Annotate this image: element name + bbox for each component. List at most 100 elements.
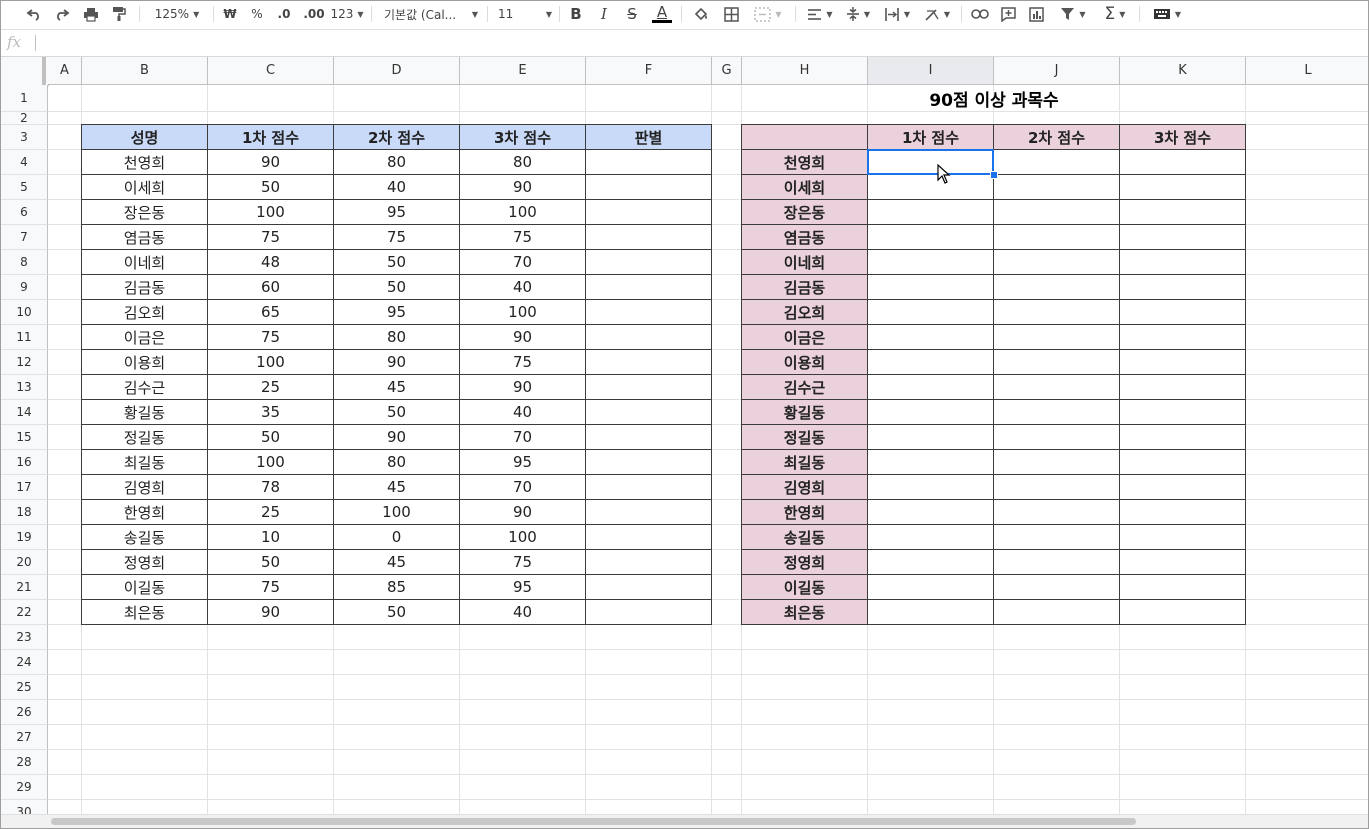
- count-value-cell[interactable]: [1120, 325, 1246, 350]
- row-header-13[interactable]: 13: [1, 375, 48, 400]
- count-value-cell[interactable]: [1120, 425, 1246, 450]
- count-value-cell[interactable]: [1120, 350, 1246, 375]
- count-value-cell[interactable]: [1120, 525, 1246, 550]
- column-header-f[interactable]: F: [586, 57, 712, 85]
- score-cell[interactable]: [586, 325, 712, 350]
- score-cell[interactable]: 80: [334, 150, 460, 175]
- row-header-4[interactable]: 4: [1, 150, 48, 175]
- score-cell[interactable]: 100: [334, 500, 460, 525]
- count-value-cell[interactable]: [868, 325, 994, 350]
- horizontal-scrollbar[interactable]: [1, 814, 1368, 828]
- decrease-decimal-button[interactable]: .0: [273, 4, 295, 24]
- count-name-cell[interactable]: 장은동: [741, 200, 868, 225]
- text-wrapping-icon[interactable]: ▼: [881, 4, 913, 24]
- count-value-cell[interactable]: [868, 550, 994, 575]
- horizontal-align-icon[interactable]: ▼: [804, 4, 836, 24]
- row-header-2[interactable]: 2: [1, 111, 48, 125]
- bold-button[interactable]: B: [567, 4, 585, 24]
- currency-format-button[interactable]: ₩: [221, 4, 239, 24]
- score-cell[interactable]: 95: [334, 200, 460, 225]
- row-header-6[interactable]: 6: [1, 200, 48, 225]
- count-value-cell[interactable]: [1120, 375, 1246, 400]
- paint-format-icon[interactable]: [108, 4, 130, 24]
- score-cell[interactable]: [586, 575, 712, 600]
- count-name-cell[interactable]: 최은동: [741, 600, 868, 625]
- text-color-button[interactable]: A: [651, 4, 673, 24]
- score-cell[interactable]: 75: [208, 575, 334, 600]
- count-name-cell[interactable]: 이세희: [741, 175, 868, 200]
- functions-button[interactable]: Σ ▼: [1099, 4, 1131, 24]
- row-header-1[interactable]: 1: [1, 85, 48, 112]
- score-cell[interactable]: 이네희: [81, 250, 208, 275]
- count-value-cell[interactable]: [994, 400, 1120, 425]
- count-value-cell[interactable]: [868, 350, 994, 375]
- count-value-cell[interactable]: [868, 250, 994, 275]
- score-cell[interactable]: 50: [334, 600, 460, 625]
- count-header-cell[interactable]: 1차 점수: [868, 124, 994, 150]
- score-cell[interactable]: 50: [208, 550, 334, 575]
- score-cell[interactable]: [586, 350, 712, 375]
- row-header-8[interactable]: 8: [1, 250, 48, 275]
- score-cell[interactable]: 50: [334, 250, 460, 275]
- score-cell[interactable]: 10: [208, 525, 334, 550]
- count-value-cell[interactable]: [868, 425, 994, 450]
- score-cell[interactable]: 75: [460, 350, 586, 375]
- score-header-cell[interactable]: 3차 점수: [460, 124, 586, 150]
- count-value-cell[interactable]: [1120, 575, 1246, 600]
- count-name-cell[interactable]: 황길동: [741, 400, 868, 425]
- row-header-26[interactable]: 26: [1, 700, 48, 725]
- count-value-cell[interactable]: [1120, 150, 1246, 175]
- count-value-cell[interactable]: [1120, 225, 1246, 250]
- score-cell[interactable]: 48: [208, 250, 334, 275]
- score-cell[interactable]: 75: [460, 225, 586, 250]
- score-cell[interactable]: 50: [208, 425, 334, 450]
- score-cell[interactable]: 25: [208, 500, 334, 525]
- number-format-select[interactable]: 123 ▼: [330, 4, 364, 24]
- spreadsheet-grid[interactable]: ABCDEFGHIJKL 1 2 3 4 5 6 7 8 9 10 11 12 13 14 15 16 17 18…: [1, 57, 1368, 814]
- score-cell[interactable]: [586, 200, 712, 225]
- row-header-27[interactable]: 27: [1, 725, 48, 750]
- row-header-14[interactable]: 14: [1, 400, 48, 425]
- score-cell[interactable]: 김수근: [81, 375, 208, 400]
- count-value-cell[interactable]: [868, 200, 994, 225]
- count-value-cell[interactable]: [994, 600, 1120, 625]
- score-cell[interactable]: 100: [208, 200, 334, 225]
- score-cell[interactable]: 70: [460, 425, 586, 450]
- row-header-9[interactable]: 9: [1, 275, 48, 300]
- score-cell[interactable]: [586, 150, 712, 175]
- column-header-k[interactable]: K: [1120, 57, 1246, 85]
- row-header-30[interactable]: 30: [1, 800, 48, 814]
- count-name-cell[interactable]: 정영희: [741, 550, 868, 575]
- count-value-cell[interactable]: [994, 350, 1120, 375]
- score-cell[interactable]: 75: [208, 225, 334, 250]
- score-cell[interactable]: 50: [334, 400, 460, 425]
- row-header-11[interactable]: 11: [1, 325, 48, 350]
- score-cell[interactable]: [586, 600, 712, 625]
- italic-button[interactable]: I: [595, 4, 613, 24]
- score-cell[interactable]: 45: [334, 550, 460, 575]
- score-cell[interactable]: [586, 475, 712, 500]
- score-cell[interactable]: 40: [460, 600, 586, 625]
- count-value-cell[interactable]: [868, 575, 994, 600]
- row-header-24[interactable]: 24: [1, 650, 48, 675]
- column-header-a[interactable]: A: [48, 57, 82, 85]
- count-name-cell[interactable]: 김영희: [741, 475, 868, 500]
- score-cell[interactable]: [586, 425, 712, 450]
- vertical-align-icon[interactable]: ▼: [842, 4, 874, 24]
- input-tools-icon[interactable]: ▼: [1149, 4, 1185, 24]
- count-value-cell[interactable]: [868, 500, 994, 525]
- score-cell[interactable]: 65: [208, 300, 334, 325]
- horizontal-scrollbar-thumb[interactable]: [51, 818, 1136, 825]
- percent-format-button[interactable]: %: [248, 4, 266, 24]
- score-cell[interactable]: 75: [334, 225, 460, 250]
- count-name-cell[interactable]: 이금은: [741, 325, 868, 350]
- score-cell[interactable]: 이용희: [81, 350, 208, 375]
- row-header-28[interactable]: 28: [1, 750, 48, 775]
- score-cell[interactable]: [586, 250, 712, 275]
- score-cell[interactable]: 정길동: [81, 425, 208, 450]
- count-value-cell[interactable]: [868, 225, 994, 250]
- count-header-cell[interactable]: 2차 점수: [994, 124, 1120, 150]
- row-header-16[interactable]: 16: [1, 450, 48, 475]
- fill-color-icon[interactable]: [691, 4, 711, 24]
- score-cell[interactable]: 45: [334, 375, 460, 400]
